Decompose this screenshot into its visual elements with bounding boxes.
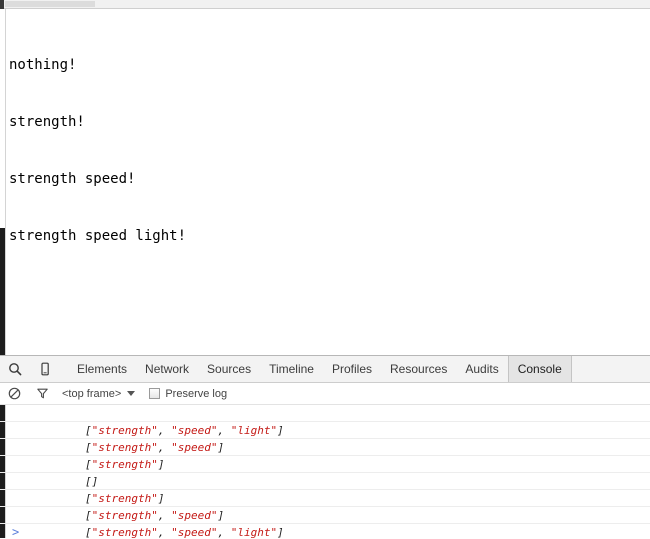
console-input-prompt[interactable]: > (0, 524, 650, 538)
page-output-text: nothing! strength! strength speed! stren… (9, 18, 186, 284)
tab-label: Timeline (269, 362, 314, 376)
tab-label: Profiles (331, 362, 372, 376)
page-left-dark-band (0, 228, 5, 355)
devtools-panel: Elements Network Sources Timeline Profil… (0, 355, 650, 539)
filter-funnel-icon[interactable] (28, 383, 56, 404)
tab-label: Console (517, 362, 562, 376)
tab-resources[interactable]: Resources (381, 356, 456, 382)
tab-label: Audits (465, 362, 499, 376)
console-message-row[interactable]: [] (0, 456, 650, 488)
console-message-row[interactable]: ["strength", "speed", "light"] (0, 507, 650, 538)
tab-label: Sources (207, 362, 252, 376)
console-message-row[interactable]: ["strength", "speed"] (0, 490, 650, 522)
tab-elements[interactable]: Elements (68, 356, 136, 382)
page-line: strength speed! (9, 171, 136, 187)
devtools-tabbar: Elements Network Sources Timeline Profil… (0, 356, 650, 383)
device-toggle-icon[interactable] (30, 356, 60, 382)
preserve-log-checkbox[interactable] (149, 388, 161, 399)
preserve-log-label: Preserve log (165, 387, 228, 400)
console-message-row[interactable]: ["strength"] (0, 439, 650, 471)
page-line: strength! (9, 114, 85, 130)
devtools-tab-list: Elements Network Sources Timeline Profil… (68, 356, 572, 382)
console-message-row[interactable]: ["strength", "speed", "light"] (0, 405, 650, 437)
tab-console[interactable]: Console (507, 356, 572, 382)
window-top-scrollbar[interactable] (0, 0, 650, 9)
tab-label: Network (145, 362, 190, 376)
page-line: nothing! (9, 57, 77, 73)
page-left-border (5, 9, 6, 355)
tab-sources[interactable]: Sources (198, 356, 260, 382)
tab-label: Elements (77, 362, 128, 376)
scrollbar-left-cap (0, 0, 4, 9)
console-message-row[interactable]: ["strength", "speed"] (0, 422, 650, 454)
tab-label: Resources (390, 362, 448, 376)
page-line: strength speed light! (9, 228, 187, 244)
clear-console-icon[interactable] (0, 383, 28, 404)
tab-profiles[interactable]: Profiles (323, 356, 381, 382)
tab-timeline[interactable]: Timeline (260, 356, 323, 382)
scrollbar-thumb[interactable] (5, 1, 95, 7)
search-icon[interactable] (0, 356, 30, 382)
page-viewport: nothing! strength! strength speed! stren… (0, 9, 650, 355)
tab-network[interactable]: Network (136, 356, 198, 382)
frame-selector[interactable]: <top frame> (62, 387, 136, 400)
prompt-caret-icon: > (12, 525, 20, 538)
tab-audits[interactable]: Audits (456, 356, 507, 382)
console-message-list[interactable]: ["strength", "speed", "light"] ["strengt… (0, 405, 650, 538)
preserve-log-toggle[interactable]: Preserve log (149, 388, 227, 400)
console-options-bar: <top frame> Preserve log (0, 383, 650, 405)
console-message-row[interactable]: ["strength"] (0, 473, 650, 505)
browser-window: nothing! strength! strength speed! stren… (0, 0, 650, 539)
chevron-down-icon (127, 391, 136, 396)
frame-selector-value: <top frame> (62, 387, 122, 400)
